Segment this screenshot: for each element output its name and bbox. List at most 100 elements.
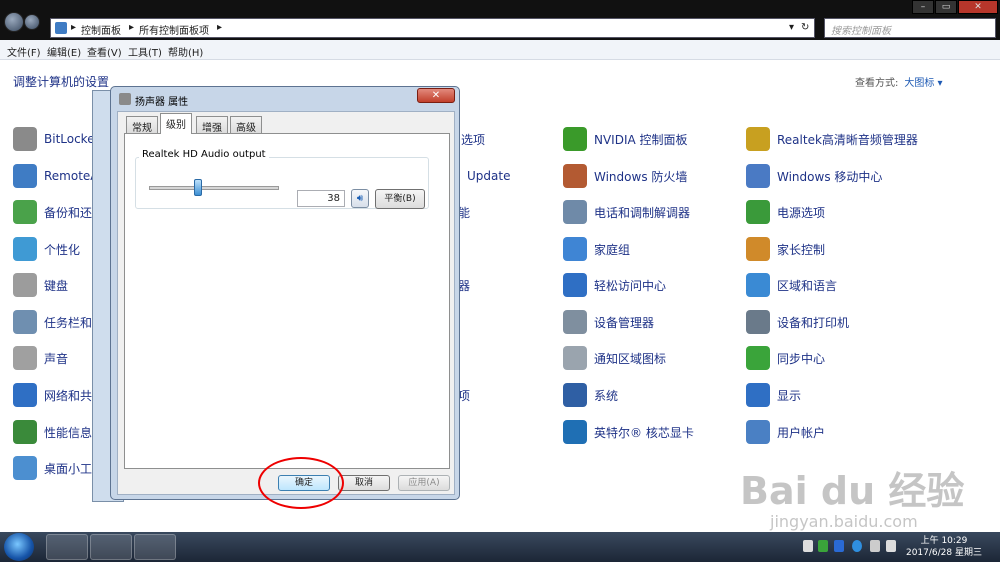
close-button[interactable]: ✕ [958,0,998,14]
display-icon [746,383,770,407]
item-firewall[interactable]: Windows 防火墙 [563,164,687,188]
minimize-button[interactable]: – [912,0,934,14]
menu-help[interactable]: 帮助(H) [168,44,203,59]
cancel-button[interactable]: 取消 [338,475,390,491]
item-label: 键盘 [44,278,69,293]
firewall-icon [563,164,587,188]
tab-enhancements[interactable]: 增强 [196,116,228,134]
item-label: 个性化 [44,242,81,257]
back-button[interactable] [4,12,24,32]
system-icon [563,383,587,407]
item-network[interactable]: 网络和共 [13,383,92,407]
item-bitlocker[interactable]: BitLocke [13,127,95,151]
menu-edit[interactable]: 编辑(E) [47,44,81,59]
item-power-options[interactable]: 电源选项 [746,200,825,224]
item-region-language[interactable]: 区域和语言 [746,273,837,297]
clock[interactable]: 上午 10:29 2017/6/28 星期三 [906,535,982,559]
network-tray-icon[interactable] [870,540,880,552]
tab-general[interactable]: 常规 [126,116,158,134]
levels-panel: Realtek HD Audio output 38 🔊︎ 平衡(B) [124,133,450,469]
network-icon [13,383,37,407]
sync-center-icon [746,346,770,370]
app-tray-icon[interactable] [834,540,844,552]
item-ease-of-access[interactable]: 轻松访问中心 [563,273,666,297]
item-devices-printers[interactable]: 设备和打印机 [746,310,849,334]
menu-file[interactable]: 文件(F) [7,44,41,59]
tab-advanced[interactable]: 高级 [230,116,262,134]
apply-button[interactable]: 应用(A) [398,475,450,491]
highlight-circle [258,457,344,509]
item-remoteapp[interactable]: RemoteA [13,164,99,188]
item-label: 任务栏和 [44,315,93,330]
breadcrumb-control-panel[interactable]: 控制面板 [81,22,121,37]
item-label: 桌面小工 [44,461,93,476]
item-backup[interactable]: 备份和还 [13,200,92,224]
breadcrumb-all-items[interactable]: 所有控制面板项 [139,22,209,37]
addr-sep-1: ▸ [71,22,77,33]
item-nvidia[interactable]: NVIDIA 控制面板 [563,127,688,151]
item-homegroup[interactable]: 家庭组 [563,237,630,261]
item-keyboard[interactable]: 键盘 [13,273,68,297]
item-realtek-audio[interactable]: Realtek高清晰音频管理器 [746,127,918,151]
item-taskbar[interactable]: 任务栏和 [13,310,92,334]
k-app-icon[interactable] [852,540,862,552]
mute-speaker-button[interactable]: 🔊︎ [351,189,369,208]
gadgets-icon [13,456,37,480]
tab-levels[interactable]: 级别 [160,113,192,134]
backup-icon [13,200,37,224]
item-label: 电源选项 [777,205,826,220]
region-language-icon [746,273,770,297]
item-intel-graphics[interactable]: 英特尔® 核芯显卡 [563,420,694,444]
item-device-manager[interactable]: 设备管理器 [563,310,654,334]
forward-button[interactable] [24,14,40,30]
dialog-title: 扬声器 属性 [135,97,189,108]
item-notification-icons[interactable]: 通知区域图标 [563,346,666,370]
clock-date: 2017/6/28 星期三 [905,548,982,558]
item-label: Windows 移动中心 [777,169,883,184]
control-panel-taskbar-icon[interactable] [90,534,132,560]
title-bar: ▸ 控制面板 ▸ 所有控制面板项 ▸ ▾ ↻ 搜索控制面板 – ▭ ✕ [0,0,1000,40]
clock-time: 上午 10:29 [920,536,968,546]
item-parental-controls[interactable]: 家长控制 [746,237,825,261]
item-label: 轻松访问中心 [594,278,667,293]
item-system[interactable]: 系统 [563,383,618,407]
volume-tray-icon[interactable] [886,540,896,552]
balance-button[interactable]: 平衡(B) [375,189,425,209]
search-input[interactable]: 搜索控制面板 [824,18,996,38]
item-label: 备份和还 [44,205,93,220]
battery-icon[interactable] [803,540,813,552]
address-bar[interactable]: ▸ 控制面板 ▸ 所有控制面板项 ▸ ▾ ↻ [50,18,815,38]
item-user-accounts[interactable]: 用户帐户 [746,420,825,444]
item-label: NVIDIA 控制面板 [594,132,688,147]
window-controls: – ▭ ✕ [911,0,998,14]
taskbar-icon [13,310,37,334]
start-button[interactable] [4,533,34,561]
item-mobility-center[interactable]: Windows 移动中心 [746,164,882,188]
keyboard-icon [13,273,37,297]
security-icon[interactable] [818,540,828,552]
maximize-button[interactable]: ▭ [935,0,957,14]
item-performance[interactable]: 性能信息 [13,420,92,444]
volume-slider[interactable] [149,186,279,190]
volume-slider-thumb[interactable] [194,179,203,196]
chrome-taskbar-icon[interactable] [46,534,88,560]
volume-value-box[interactable]: 38 [297,190,345,207]
item-phone-modem[interactable]: 电话和调制解调器 [563,200,690,224]
sound-taskbar-icon[interactable] [134,534,176,560]
item-col2-update[interactable]: Update [467,164,510,188]
item-sound[interactable]: 声音 [13,346,68,370]
nvidia-icon [563,127,587,151]
item-display[interactable]: 显示 [746,383,801,407]
realtek-audio-icon [746,127,770,151]
view-by-select[interactable]: 大图标 ▾ [904,78,942,89]
refresh-icon[interactable]: ↻ [801,22,809,33]
item-sync-center[interactable]: 同步中心 [746,346,825,370]
item-personalization[interactable]: 个性化 [13,237,80,261]
address-dropdown-icon[interactable]: ▾ [789,22,794,33]
user-accounts-icon [746,420,770,444]
item-gadgets[interactable]: 桌面小工 [13,456,92,480]
menu-tools[interactable]: 工具(T) [128,44,162,59]
dialog-close-button[interactable]: ✕ [417,88,455,103]
menu-view[interactable]: 查看(V) [87,44,122,59]
item-col2-options[interactable]: 选项 [461,127,485,151]
